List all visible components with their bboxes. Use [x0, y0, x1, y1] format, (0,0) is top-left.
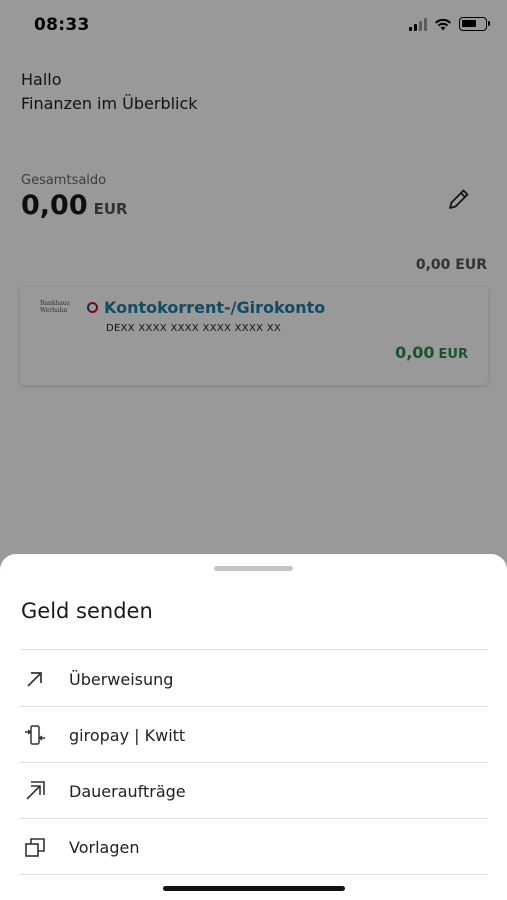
home-indicator[interactable] — [163, 886, 345, 891]
menu-item-transfer[interactable]: Überweisung — [0, 651, 507, 707]
phone-transfer-icon — [25, 725, 45, 745]
menu-item-label: Daueraufträge — [69, 781, 186, 801]
sheet-drag-handle[interactable] — [214, 566, 293, 571]
menu-item-templates[interactable]: Vorlagen — [0, 819, 507, 875]
sheet-title: Geld senden — [21, 599, 153, 623]
menu-item-label: Vorlagen — [69, 837, 140, 857]
menu-item-label: giropay | Kwitt — [69, 725, 186, 745]
send-money-sheet: Geld senden Überweisung giropay | Kwitt — [0, 554, 507, 900]
templates-icon — [25, 838, 45, 857]
app-screen: 08:33 Hallo Finanzen im Überblick Gesamt… — [0, 0, 507, 900]
menu-item-standing-orders[interactable]: Daueraufträge — [0, 763, 507, 819]
recurring-transfer-icon — [26, 781, 45, 800]
arrow-up-right-icon — [27, 672, 42, 687]
menu-item-label: Überweisung — [69, 669, 174, 689]
divider — [20, 874, 488, 875]
divider — [20, 649, 488, 650]
menu-item-giropay[interactable]: giropay | Kwitt — [0, 707, 507, 763]
